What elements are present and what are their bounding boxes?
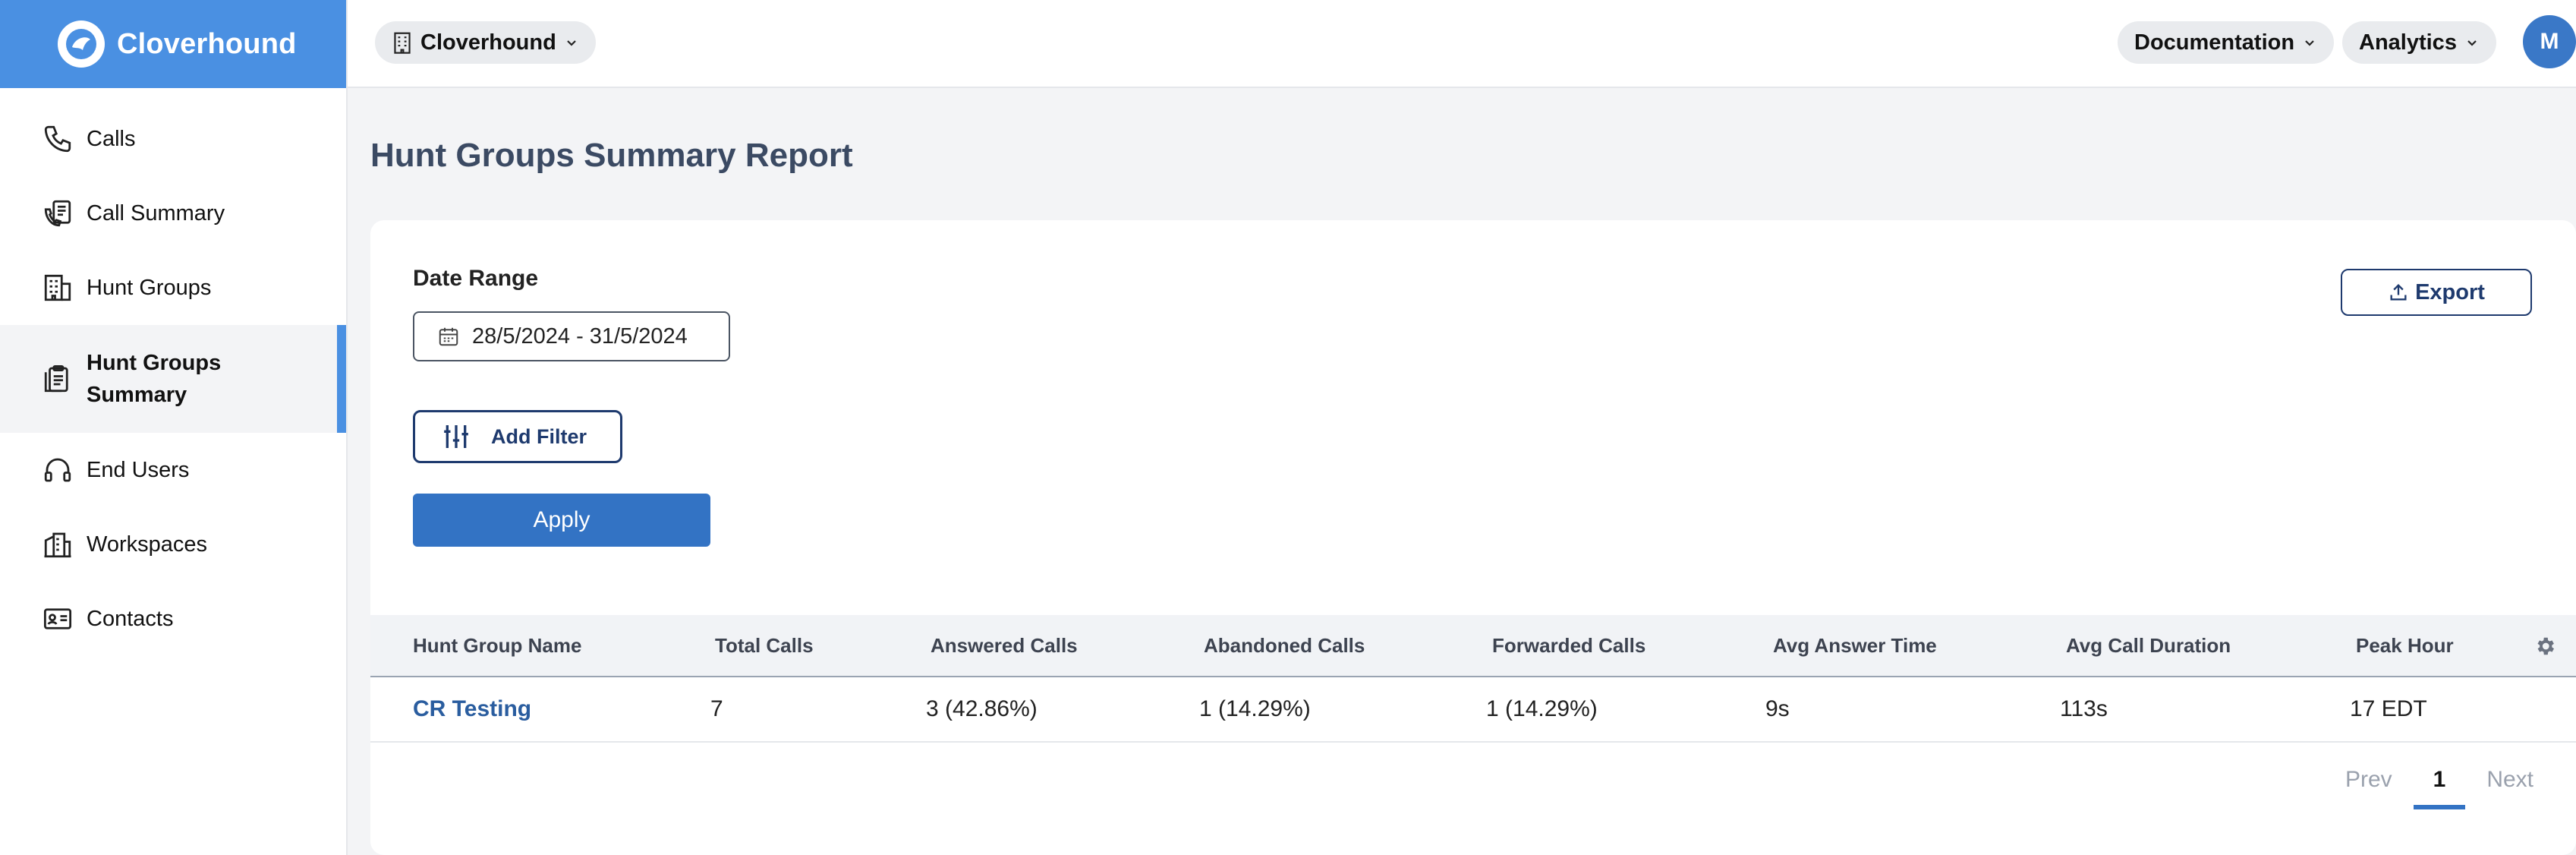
sidebar-item-label: Call Summary	[87, 200, 225, 226]
headset-icon	[41, 453, 74, 487]
sidebar-item-label: Contacts	[87, 606, 174, 631]
table-row: CR Testing 7 3 (42.86%) 1 (14.29%) 1 (14…	[370, 677, 2576, 743]
chevron-down-icon	[2467, 40, 2477, 46]
date-range-value: 28/5/2024 - 31/5/2024	[472, 323, 688, 349]
prev-page-button[interactable]: Prev	[2345, 767, 2392, 793]
export-label: Export	[2415, 279, 2485, 304]
peak-hour-cell: 17 EDT	[2350, 696, 2427, 721]
current-page-button[interactable]: 1	[2413, 767, 2465, 809]
sidebar-item-label: End Users	[87, 457, 190, 482]
sidebar-item-workspaces[interactable]: Workspaces	[0, 507, 346, 582]
column-header-avg-call-duration[interactable]: Avg Call Duration	[2066, 615, 2231, 676]
column-header-answered-calls[interactable]: Answered Calls	[931, 615, 1078, 676]
page-title: Hunt Groups Summary Report	[370, 137, 853, 174]
avg-call-duration-cell: 113s	[2060, 696, 2108, 721]
sidebar-item-hunt-groups-summary[interactable]: Hunt Groups Summary	[0, 325, 346, 433]
next-page-button[interactable]: Next	[2486, 767, 2533, 793]
total-calls-cell: 7	[710, 696, 723, 721]
report-card: Date Range 28/5/2024 - 31/5/2024 Export …	[370, 220, 2576, 855]
column-header-forwarded-calls[interactable]: Forwarded Calls	[1492, 615, 1645, 676]
avg-answer-time-cell: 9s	[1765, 696, 1790, 721]
sidebar-item-label: Hunt Groups	[87, 275, 212, 300]
chevron-down-icon	[567, 40, 576, 46]
forwarded-calls-cell: 1 (14.29%)	[1486, 696, 1598, 721]
analytics-label: Analytics	[2359, 30, 2457, 55]
topbar: Cloverhound Documentation Analytics M	[348, 0, 2576, 88]
abandoned-calls-cell: 1 (14.29%)	[1199, 696, 1311, 721]
cloverhound-logo-icon	[58, 21, 105, 68]
column-header-hunt-group-name[interactable]: Hunt Group Name	[413, 615, 581, 676]
date-range-picker[interactable]: 28/5/2024 - 31/5/2024	[413, 311, 730, 361]
sidebar: Cloverhound Calls Call Summary Hunt Grou…	[0, 0, 348, 855]
clipboard-icon	[41, 362, 74, 396]
calendar-icon	[439, 327, 458, 346]
add-filter-label: Add Filter	[491, 424, 587, 448]
column-header-avg-answer-time[interactable]: Avg Answer Time	[1773, 615, 1937, 676]
column-header-peak-hour[interactable]: Peak Hour	[2356, 615, 2454, 676]
sidebar-item-label: Workspaces	[87, 532, 208, 557]
column-header-abandoned-calls[interactable]: Abandoned Calls	[1204, 615, 1365, 676]
sliders-icon	[444, 425, 468, 448]
contact-card-icon	[41, 602, 74, 636]
documentation-label: Documentation	[2134, 30, 2295, 55]
workspace-icon	[41, 528, 74, 561]
documentation-menu[interactable]: Documentation	[2118, 21, 2335, 64]
user-avatar[interactable]: M	[2523, 15, 2576, 68]
sidebar-item-end-users[interactable]: End Users	[0, 433, 346, 507]
org-name: Cloverhound	[420, 30, 556, 55]
hunt-group-name-link[interactable]: CR Testing	[413, 677, 531, 741]
sidebar-item-label: Calls	[87, 126, 136, 151]
sidebar-item-call-summary[interactable]: Call Summary	[0, 176, 346, 251]
apply-button[interactable]: Apply	[413, 494, 710, 547]
sidebar-item-label: Hunt Groups Summary	[87, 351, 222, 407]
upload-icon	[2390, 284, 2407, 301]
sidebar-nav: Calls Call Summary Hunt Groups Hunt Grou…	[0, 88, 346, 656]
building-icon	[394, 32, 411, 54]
sidebar-item-contacts[interactable]: Contacts	[0, 582, 346, 656]
brand-header[interactable]: Cloverhound	[0, 0, 346, 88]
gear-icon[interactable]	[2533, 635, 2556, 658]
table-header: Hunt Group Name Total Calls Answered Cal…	[370, 615, 2576, 677]
export-button[interactable]: Export	[2341, 269, 2532, 316]
pagination: Prev 1 Next	[2345, 767, 2533, 809]
chevron-down-icon	[2305, 40, 2314, 46]
call-summary-icon	[41, 197, 74, 230]
phone-icon	[41, 122, 74, 156]
add-filter-button[interactable]: Add Filter	[413, 410, 622, 463]
org-switcher[interactable]: Cloverhound	[375, 21, 596, 64]
hunt-groups-table: Hunt Group Name Total Calls Answered Cal…	[370, 615, 2576, 743]
sidebar-item-calls[interactable]: Calls	[0, 102, 346, 176]
sidebar-item-hunt-groups[interactable]: Hunt Groups	[0, 251, 346, 325]
date-range-label: Date Range	[413, 266, 539, 291]
analytics-menu[interactable]: Analytics	[2342, 21, 2496, 64]
brand-name: Cloverhound	[117, 27, 297, 60]
building-icon	[41, 271, 74, 304]
answered-calls-cell: 3 (42.86%)	[926, 696, 1038, 721]
column-header-total-calls[interactable]: Total Calls	[715, 615, 814, 676]
